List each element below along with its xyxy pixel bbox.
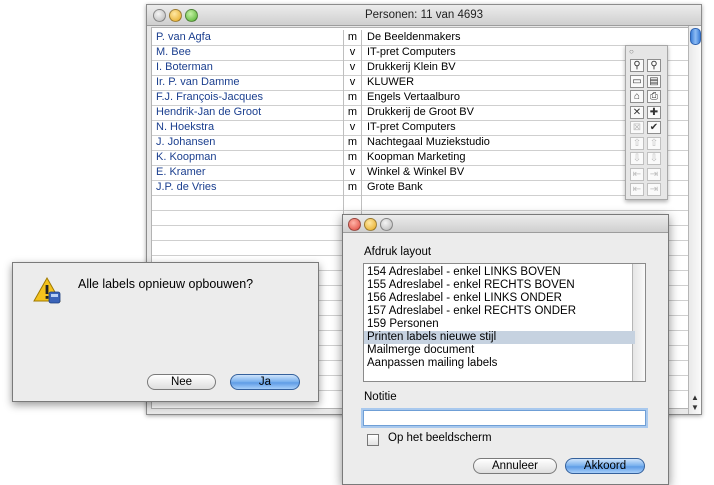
table-row[interactable] [152, 195, 689, 211]
screen-output-label: Op het beeldscherm [388, 432, 492, 444]
layout-list-item[interactable]: 156 Adreslabel - enkel LINKS ONDER [364, 292, 635, 305]
table-row[interactable]: J. Johansen m Nachtegaal Muziekstudio [152, 135, 689, 151]
person-name-cell: K. Koopman [152, 150, 344, 165]
dialog-message: Alle labels opnieuw opbouwen? [78, 277, 254, 291]
gender-cell: v [344, 165, 362, 180]
print-icon[interactable]: ⎙ [647, 90, 661, 103]
gender-cell: v [344, 75, 362, 90]
table-row[interactable]: P. van Agfa m De Beeldenmakers [152, 30, 689, 46]
window-titlebar[interactable]: Personen: 11 van 4693 [147, 5, 701, 26]
gender-cell: v [344, 45, 362, 60]
table-row[interactable]: F.J. François-Jacques m Engels Vertaalburo [152, 90, 689, 106]
export-alt-icon[interactable]: ⇥ [647, 183, 661, 196]
minimize-button[interactable] [364, 218, 377, 231]
person-name-cell: P. van Agfa [152, 30, 344, 45]
scroll-up-arrow-icon[interactable]: ▲ [689, 393, 701, 403]
gender-cell: m [344, 30, 362, 45]
layout-list-item[interactable]: Printen labels nieuwe stijl [364, 331, 635, 344]
layout-list-item[interactable]: Aanpassen mailing labels [364, 357, 635, 370]
person-name-cell: J. Johansen [152, 135, 344, 150]
table-row[interactable]: I. Boterman v Drukkerij Klein BV [152, 60, 689, 76]
gender-cell [344, 195, 362, 210]
layout-list-item[interactable]: 159 Personen [364, 318, 635, 331]
screen-output-checkbox[interactable] [367, 434, 379, 446]
person-name-cell: J.P. de Vries [152, 180, 344, 195]
table-row[interactable]: K. Koopman m Koopman Marketing [152, 150, 689, 166]
warning-icon [33, 276, 61, 304]
gender-cell: m [344, 105, 362, 120]
table-row[interactable]: Ir. P. van Damme v KLUWER [152, 75, 689, 91]
organization-cell: De Beeldenmakers [367, 31, 461, 43]
scroll-down-arrow-icon[interactable]: ▼ [689, 403, 701, 413]
ok-button[interactable]: Akkoord [565, 458, 645, 474]
gender-cell: m [344, 180, 362, 195]
gender-cell: m [344, 90, 362, 105]
import-alt-icon[interactable]: ⇤ [630, 183, 644, 196]
person-name-cell: N. Hoekstra [152, 120, 344, 135]
layout-label: Afdruk layout [364, 246, 432, 258]
tool-palette: ○ ⚲ ⚲ ▭ ▤ ⌂ ⎙ ✕ ✚ ⊠ ✔ ⇧ ⇧ ⇩ ⇩ ⇤ ⇥ ⇤ ⇥ [625, 45, 668, 200]
omit-icon[interactable]: ⊠ [630, 121, 644, 134]
gender-cell: v [344, 60, 362, 75]
layout-list-item[interactable]: 154 Adreslabel - enkel LINKS BOVEN [364, 266, 635, 279]
zoom-out-icon[interactable]: ⚲ [647, 59, 661, 72]
scrollbar-thumb[interactable] [690, 28, 701, 45]
table-row[interactable]: E. Kramer v Winkel & Winkel BV [152, 165, 689, 181]
gender-cell: m [344, 150, 362, 165]
list-view-icon[interactable]: ▤ [647, 74, 661, 88]
export-icon[interactable]: ⇥ [647, 167, 661, 181]
home-icon[interactable]: ⌂ [630, 90, 644, 103]
person-name-cell: M. Bee [152, 45, 344, 60]
layout-list-item[interactable]: 157 Adreslabel - enkel RECHTS ONDER [364, 305, 635, 318]
person-name-cell: I. Boterman [152, 60, 344, 75]
next-record-icon[interactable]: ⇩ [630, 152, 644, 165]
rebuild-labels-dialog: Alle labels opnieuw opbouwen? Nee Ja [12, 262, 319, 402]
person-name-cell: E. Kramer [152, 165, 344, 180]
window-title: Personen: 11 van 4693 [364, 9, 484, 21]
table-row[interactable]: Hendrik-Jan de Groot m Drukkerij de Groot … [152, 105, 689, 121]
person-name-cell [152, 210, 344, 225]
table-row[interactable]: N. Hoekstra v IT-pret Computers [152, 120, 689, 136]
yes-button[interactable]: Ja [230, 374, 300, 390]
person-name-cell [152, 195, 344, 210]
close-button[interactable] [348, 218, 361, 231]
layout-list-item[interactable]: 155 Adreslabel - enkel RECHTS BOVEN [364, 279, 635, 292]
person-name-cell [152, 225, 344, 240]
layout-list-item[interactable]: Mailmerge document [364, 344, 635, 357]
table-row[interactable]: J.P. de Vries m Grote Bank [152, 180, 689, 196]
gender-cell: m [344, 135, 362, 150]
import-icon[interactable]: ⇤ [630, 167, 644, 181]
person-name-cell: Ir. P. van Damme [152, 75, 344, 90]
last-record-icon[interactable]: ⇩ [647, 152, 661, 165]
form-view-icon[interactable]: ▭ [630, 74, 644, 88]
vertical-scrollbar[interactable]: ▲ ▼ [688, 26, 701, 414]
layout-list[interactable]: 154 Adreslabel - enkel LINKS BOVEN 155 Ad… [363, 263, 646, 382]
zoom-button[interactable] [380, 218, 393, 231]
person-name-cell: F.J. François-Jacques [152, 90, 344, 105]
zoom-in-icon[interactable]: ⚲ [630, 59, 644, 72]
print-layout-dialog: Afdruk layout 154 Adreslabel - enkel LIN… [342, 214, 669, 485]
gender-cell: v [344, 120, 362, 135]
cancel-button[interactable]: Annuleer [473, 458, 557, 474]
notitie-label: Notitie [364, 391, 397, 403]
dialog-titlebar[interactable] [343, 215, 668, 233]
add-icon[interactable]: ✚ [647, 105, 661, 119]
table-row[interactable]: M. Bee v IT-pret Computers [152, 45, 689, 61]
no-button[interactable]: Nee [147, 374, 216, 390]
person-name-cell [152, 240, 344, 255]
delete-icon[interactable]: ✕ [630, 105, 644, 119]
previous-record-icon[interactable]: ⇧ [647, 136, 661, 150]
person-name-cell: Hendrik-Jan de Groot [152, 105, 344, 120]
first-record-icon[interactable]: ⇧ [630, 136, 644, 150]
palette-close-icon[interactable]: ○ [629, 47, 634, 56]
notitie-input[interactable] [363, 410, 646, 426]
checkmark-icon[interactable]: ✔ [647, 121, 661, 134]
